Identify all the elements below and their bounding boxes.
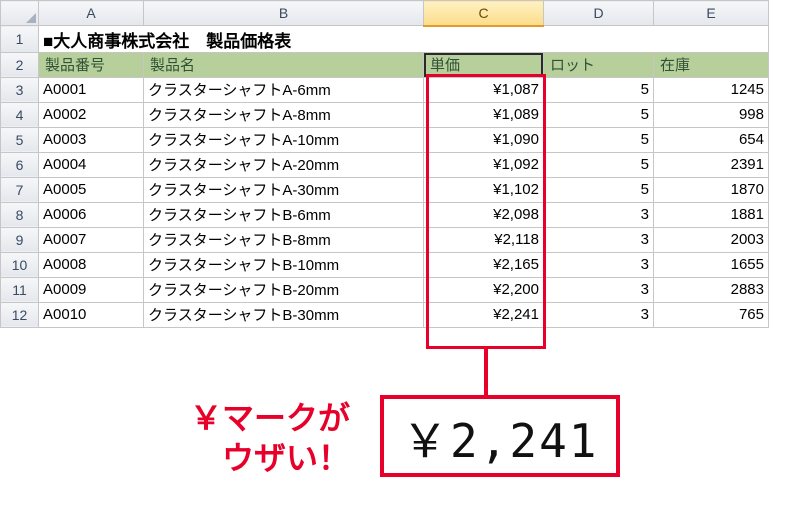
row-header[interactable]: 10: [1, 252, 39, 277]
cell[interactable]: ¥2,165: [424, 252, 544, 277]
cell[interactable]: クラスターシャフトA-20mm: [144, 152, 424, 177]
row-header[interactable]: 12: [1, 302, 39, 327]
column-header-row: A B C D E: [1, 1, 769, 26]
cell[interactable]: ロット: [544, 52, 654, 77]
row-header[interactable]: 5: [1, 127, 39, 152]
row-header[interactable]: 8: [1, 202, 39, 227]
cell[interactable]: 3: [544, 302, 654, 327]
spreadsheet-grid[interactable]: A B C D E 1 ■大人商事株式会社 製品価格表 2 製品番号 製品名 単…: [0, 0, 769, 328]
cell[interactable]: ¥1,102: [424, 177, 544, 202]
select-all-corner[interactable]: [1, 1, 39, 26]
connector-line: [484, 349, 488, 397]
cell[interactable]: 2003: [654, 227, 769, 252]
cell[interactable]: A0009: [39, 277, 144, 302]
cell[interactable]: クラスターシャフトB-10mm: [144, 252, 424, 277]
cell[interactable]: クラスターシャフトA-10mm: [144, 127, 424, 152]
cell[interactable]: ¥2,098: [424, 202, 544, 227]
table-row: 3A0001クラスターシャフトA-6mm¥1,08751245: [1, 77, 769, 102]
row-header[interactable]: 1: [1, 26, 39, 53]
annotation-callout: ￥マークが ウザい！: [110, 398, 350, 478]
cell[interactable]: 1881: [654, 202, 769, 227]
cell[interactable]: ¥2,241: [424, 302, 544, 327]
cell[interactable]: 1245: [654, 77, 769, 102]
cell[interactable]: 1870: [654, 177, 769, 202]
cell[interactable]: 3: [544, 277, 654, 302]
cell[interactable]: A0010: [39, 302, 144, 327]
cell[interactable]: ¥1,092: [424, 152, 544, 177]
cell[interactable]: ¥2,118: [424, 227, 544, 252]
cell[interactable]: A0001: [39, 77, 144, 102]
row-header[interactable]: 7: [1, 177, 39, 202]
cell[interactable]: 3: [544, 202, 654, 227]
cell[interactable]: 5: [544, 127, 654, 152]
cell[interactable]: 在庫: [654, 52, 769, 77]
cell-selected[interactable]: 単価: [424, 52, 544, 77]
cell[interactable]: クラスターシャフトA-8mm: [144, 102, 424, 127]
cell[interactable]: 2391: [654, 152, 769, 177]
col-header-D[interactable]: D: [544, 1, 654, 26]
table-row: 9A0007クラスターシャフトB-8mm¥2,11832003: [1, 227, 769, 252]
cell[interactable]: 654: [654, 127, 769, 152]
cell[interactable]: A0005: [39, 177, 144, 202]
table-row: 5A0003クラスターシャフトA-10mm¥1,0905654: [1, 127, 769, 152]
cell[interactable]: ¥1,090: [424, 127, 544, 152]
row-header[interactable]: 4: [1, 102, 39, 127]
table-row: 10A0008クラスターシャフトB-10mm¥2,16531655: [1, 252, 769, 277]
cell[interactable]: 製品番号: [39, 52, 144, 77]
sheet-title[interactable]: ■大人商事株式会社 製品価格表: [39, 26, 769, 53]
callout-text-line1: ￥マークが: [190, 400, 350, 436]
row-header[interactable]: 11: [1, 277, 39, 302]
table-row: 8A0006クラスターシャフトB-6mm¥2,09831881: [1, 202, 769, 227]
cell[interactable]: 製品名: [144, 52, 424, 77]
table-row: 4A0002クラスターシャフトA-8mm¥1,0895998: [1, 102, 769, 127]
table-row: 1 ■大人商事株式会社 製品価格表: [1, 26, 769, 53]
cell[interactable]: 998: [654, 102, 769, 127]
cell[interactable]: ¥1,087: [424, 77, 544, 102]
cell[interactable]: ¥1,089: [424, 102, 544, 127]
col-header-B[interactable]: B: [144, 1, 424, 26]
cell[interactable]: 3: [544, 227, 654, 252]
cell[interactable]: A0006: [39, 202, 144, 227]
cell[interactable]: A0003: [39, 127, 144, 152]
cell[interactable]: 3: [544, 252, 654, 277]
col-header-A[interactable]: A: [39, 1, 144, 26]
table-row: 7A0005クラスターシャフトA-30mm¥1,10251870: [1, 177, 769, 202]
row-header[interactable]: 6: [1, 152, 39, 177]
cell[interactable]: 1655: [654, 252, 769, 277]
row-header[interactable]: 9: [1, 227, 39, 252]
table-row: 6A0004クラスターシャフトA-20mm¥1,09252391: [1, 152, 769, 177]
cell[interactable]: クラスターシャフトA-6mm: [144, 77, 424, 102]
cell[interactable]: クラスターシャフトB-30mm: [144, 302, 424, 327]
table-row: 12A0010クラスターシャフトB-30mm¥2,2413765: [1, 302, 769, 327]
cell[interactable]: 765: [654, 302, 769, 327]
annotation-zoom-box: ￥2,241: [380, 395, 620, 477]
cell[interactable]: クラスターシャフトA-30mm: [144, 177, 424, 202]
cell[interactable]: 2883: [654, 277, 769, 302]
table-row: 11A0009クラスターシャフトB-20mm¥2,20032883: [1, 277, 769, 302]
cell[interactable]: 5: [544, 102, 654, 127]
callout-text-line2: ウザい！: [222, 440, 350, 476]
col-header-C[interactable]: C: [424, 1, 544, 26]
row-header[interactable]: 3: [1, 77, 39, 102]
cell[interactable]: クラスターシャフトB-20mm: [144, 277, 424, 302]
cell[interactable]: A0002: [39, 102, 144, 127]
cell[interactable]: クラスターシャフトB-6mm: [144, 202, 424, 227]
cell[interactable]: A0008: [39, 252, 144, 277]
cell[interactable]: クラスターシャフトB-8mm: [144, 227, 424, 252]
cell[interactable]: 5: [544, 77, 654, 102]
row-header[interactable]: 2: [1, 52, 39, 77]
cell[interactable]: 5: [544, 152, 654, 177]
cell[interactable]: A0004: [39, 152, 144, 177]
col-header-E[interactable]: E: [654, 1, 769, 26]
cell[interactable]: 5: [544, 177, 654, 202]
cell[interactable]: A0007: [39, 227, 144, 252]
cell[interactable]: ¥2,200: [424, 277, 544, 302]
table-row: 2 製品番号 製品名 単価 ロット 在庫: [1, 52, 769, 77]
